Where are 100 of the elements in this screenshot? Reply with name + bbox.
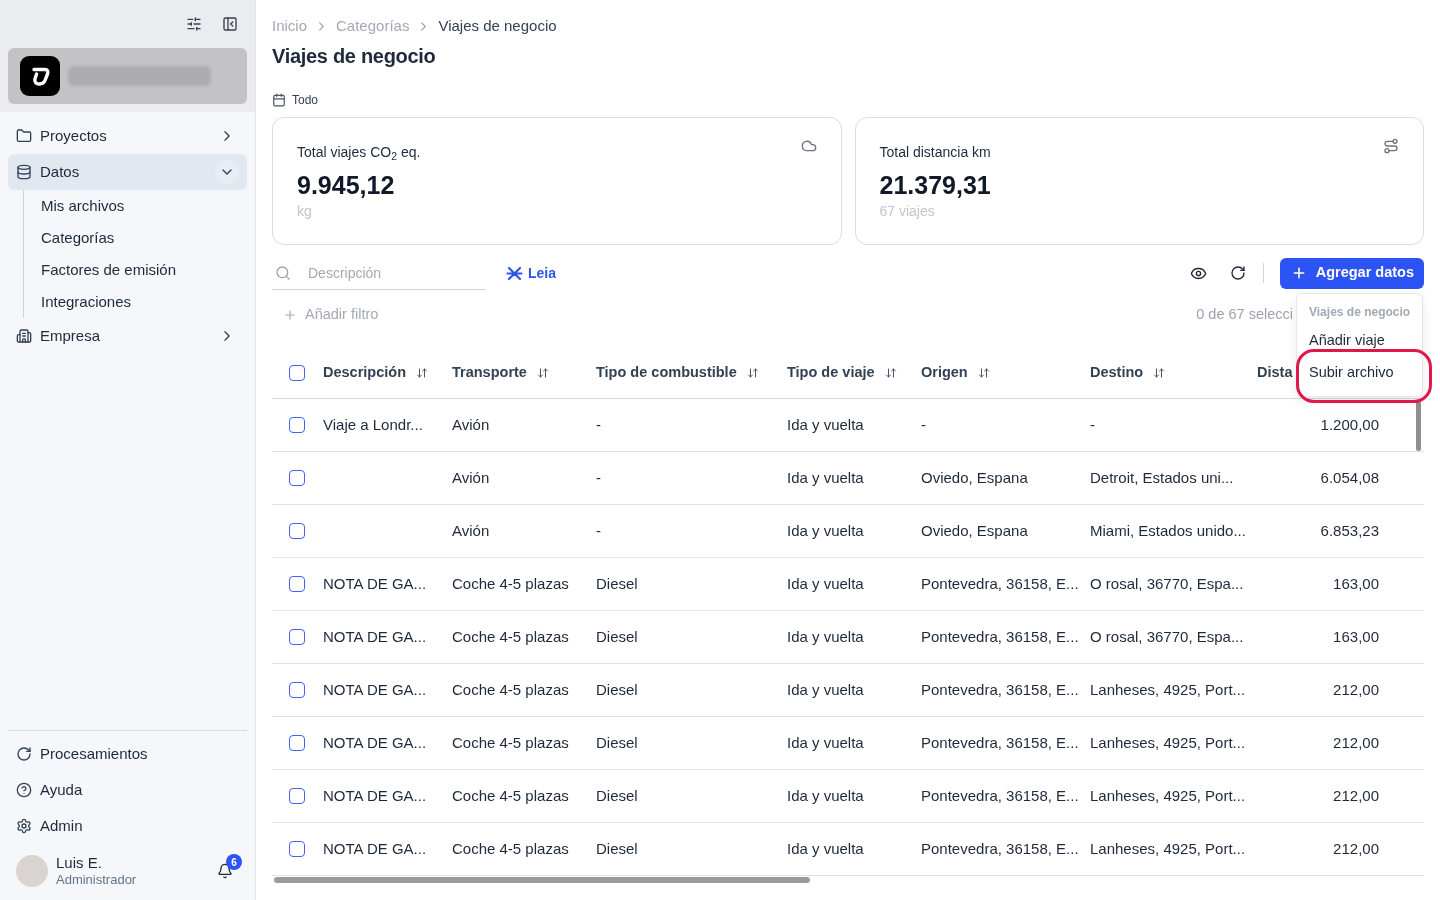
- table-cell-text: Lanheses, 4925, Port...: [1090, 838, 1246, 859]
- nav-item[interactable]: Procesamientos: [8, 736, 247, 772]
- nav-item[interactable]: Proyectos: [8, 118, 247, 154]
- sort-icon: [1153, 366, 1166, 379]
- table-cell-text: Lanheses, 4925, Port...: [1090, 679, 1246, 700]
- table-cell-text: Diesel: [596, 785, 638, 806]
- logo-icon: [20, 56, 60, 96]
- card-caption: kg: [297, 202, 313, 221]
- table-cell-text: Oviedo, Espana: [921, 520, 1028, 541]
- sliders-icon: [186, 16, 202, 32]
- nav-subitem[interactable]: Integraciones: [24, 286, 247, 318]
- nav-subitem[interactable]: Factores de emisión: [24, 254, 247, 286]
- table-cell-text: Ida y vuelta: [787, 414, 864, 435]
- row-checkbox[interactable]: [289, 576, 305, 592]
- row-checkbox[interactable]: [289, 682, 305, 698]
- menu-item[interactable]: Subir archivo: [1297, 357, 1422, 389]
- table-cell-text: Avión: [452, 467, 490, 488]
- card-title: Total distancia km: [879, 143, 991, 162]
- table-cell-text: NOTA DE GA...: [323, 732, 427, 753]
- calendar-icon: [272, 93, 286, 107]
- card-value: 9.945,12: [297, 170, 396, 201]
- refresh-icon: [1229, 265, 1246, 281]
- table-cell-text: 163,00: [1333, 626, 1379, 647]
- table-cell-text: Ida y vuelta: [787, 838, 864, 859]
- period-filter[interactable]: Todo: [272, 92, 319, 108]
- nav-subitem[interactable]: Categorías: [24, 222, 247, 254]
- nav-item[interactable]: Admin: [8, 808, 247, 844]
- row-checkbox[interactable]: [289, 417, 305, 433]
- table-cell-text: Coche 4-5 plazas: [452, 573, 569, 594]
- notifications-button[interactable]: 6: [211, 857, 239, 885]
- table-cell-text: Viaje a Londr...: [323, 414, 423, 435]
- refresh-button[interactable]: [1229, 265, 1246, 281]
- nav-item[interactable]: Datos: [8, 154, 247, 190]
- table-cell-text: Pontevedra, 36158, E...: [921, 838, 1079, 859]
- scrollbar-thumb[interactable]: [1416, 401, 1421, 451]
- scrollbar-thumb[interactable]: [274, 877, 810, 883]
- row-checkbox[interactable]: [289, 788, 305, 804]
- column-header[interactable]: Dista: [1257, 361, 1293, 384]
- table-cell-text: NOTA DE GA...: [323, 626, 427, 647]
- panel-collapse-icon: [222, 16, 238, 32]
- column-header[interactable]: Origen: [921, 361, 990, 384]
- nav-subitem[interactable]: Mis archivos: [24, 190, 247, 222]
- table-cell-text: Detroit, Estados uni...: [1090, 467, 1234, 488]
- table-cell-text: Coche 4-5 plazas: [452, 626, 569, 647]
- table-cell-text: 212,00: [1333, 785, 1379, 806]
- table-cell-text: Coche 4-5 plazas: [452, 785, 569, 806]
- table-cell-text: Pontevedra, 36158, E...: [921, 679, 1079, 700]
- menu-item[interactable]: Añadir viaje: [1297, 325, 1422, 357]
- table-cell-text: Diesel: [596, 626, 638, 647]
- table-cell-text: Oviedo, Espana: [921, 467, 1028, 488]
- select-all-checkbox[interactable]: [289, 364, 305, 381]
- table-cell-text: Pontevedra, 36158, E...: [921, 785, 1079, 806]
- bell-icon: [217, 863, 233, 879]
- search-icon: [275, 264, 291, 281]
- row-checkbox[interactable]: [289, 523, 305, 539]
- row-checkbox[interactable]: [289, 470, 305, 486]
- table-cell-text: -: [1090, 414, 1095, 435]
- table-cell-text: O rosal, 36770, Espa...: [1090, 573, 1244, 594]
- row-checkbox[interactable]: [289, 629, 305, 645]
- table-cell-text: NOTA DE GA...: [323, 838, 427, 859]
- organization-switcher[interactable]: [8, 48, 247, 104]
- card-caption: 67 viajes: [879, 202, 936, 221]
- assistant-button[interactable]: Leia: [506, 262, 556, 284]
- table-cell-text: Lanheses, 4925, Port...: [1090, 785, 1246, 806]
- table-cell-text: Ida y vuelta: [787, 679, 864, 700]
- table-cell-text: Pontevedra, 36158, E...: [921, 626, 1079, 647]
- asterisk-icon: [506, 264, 523, 282]
- notification-badge: 6: [226, 854, 242, 870]
- add-data-button[interactable]: Agregar datos: [1279, 257, 1424, 289]
- collapse-sidebar-button[interactable]: [222, 16, 238, 32]
- table-cell-text: Coche 4-5 plazas: [452, 838, 569, 859]
- row-checkbox[interactable]: [289, 841, 305, 857]
- help-icon: [16, 782, 32, 798]
- search-field[interactable]: Descripción: [272, 256, 486, 290]
- table-cell-text: 212,00: [1333, 838, 1379, 859]
- menu-heading: Viajes de negocio: [1308, 304, 1412, 321]
- column-header[interactable]: Destino: [1090, 361, 1166, 384]
- column-header[interactable]: Transporte: [452, 361, 549, 384]
- row-checkbox[interactable]: [289, 735, 305, 751]
- table-cell-text: 212,00: [1333, 732, 1379, 753]
- adjustments-button[interactable]: [186, 16, 202, 32]
- table-cell-text: Diesel: [596, 732, 638, 753]
- table-cell-text: Ida y vuelta: [787, 785, 864, 806]
- table-cell-text: 1.200,00: [1320, 414, 1379, 435]
- sort-icon: [977, 366, 990, 379]
- nav-item[interactable]: Empresa: [8, 318, 247, 354]
- table-cell-text: Ida y vuelta: [787, 573, 864, 594]
- nav-item[interactable]: Ayuda: [8, 772, 247, 808]
- page-title: Viajes de negocio: [272, 44, 437, 69]
- table-cell-text: Avión: [452, 414, 490, 435]
- sort-icon: [416, 366, 428, 379]
- sort-icon: [746, 366, 759, 379]
- column-header[interactable]: Tipo de viaje: [787, 361, 897, 384]
- table-cell-text: 212,00: [1333, 679, 1379, 700]
- table-cell-text: Lanheses, 4925, Port...: [1090, 732, 1246, 753]
- table-cell-text: Ida y vuelta: [787, 520, 864, 541]
- column-header[interactable]: Descripción: [323, 361, 428, 384]
- user-name: Luis E.: [56, 853, 103, 873]
- column-header[interactable]: Tipo de combustible: [596, 361, 759, 384]
- card-title: Total viajes CO$_{2}$ eq.: [297, 143, 421, 162]
